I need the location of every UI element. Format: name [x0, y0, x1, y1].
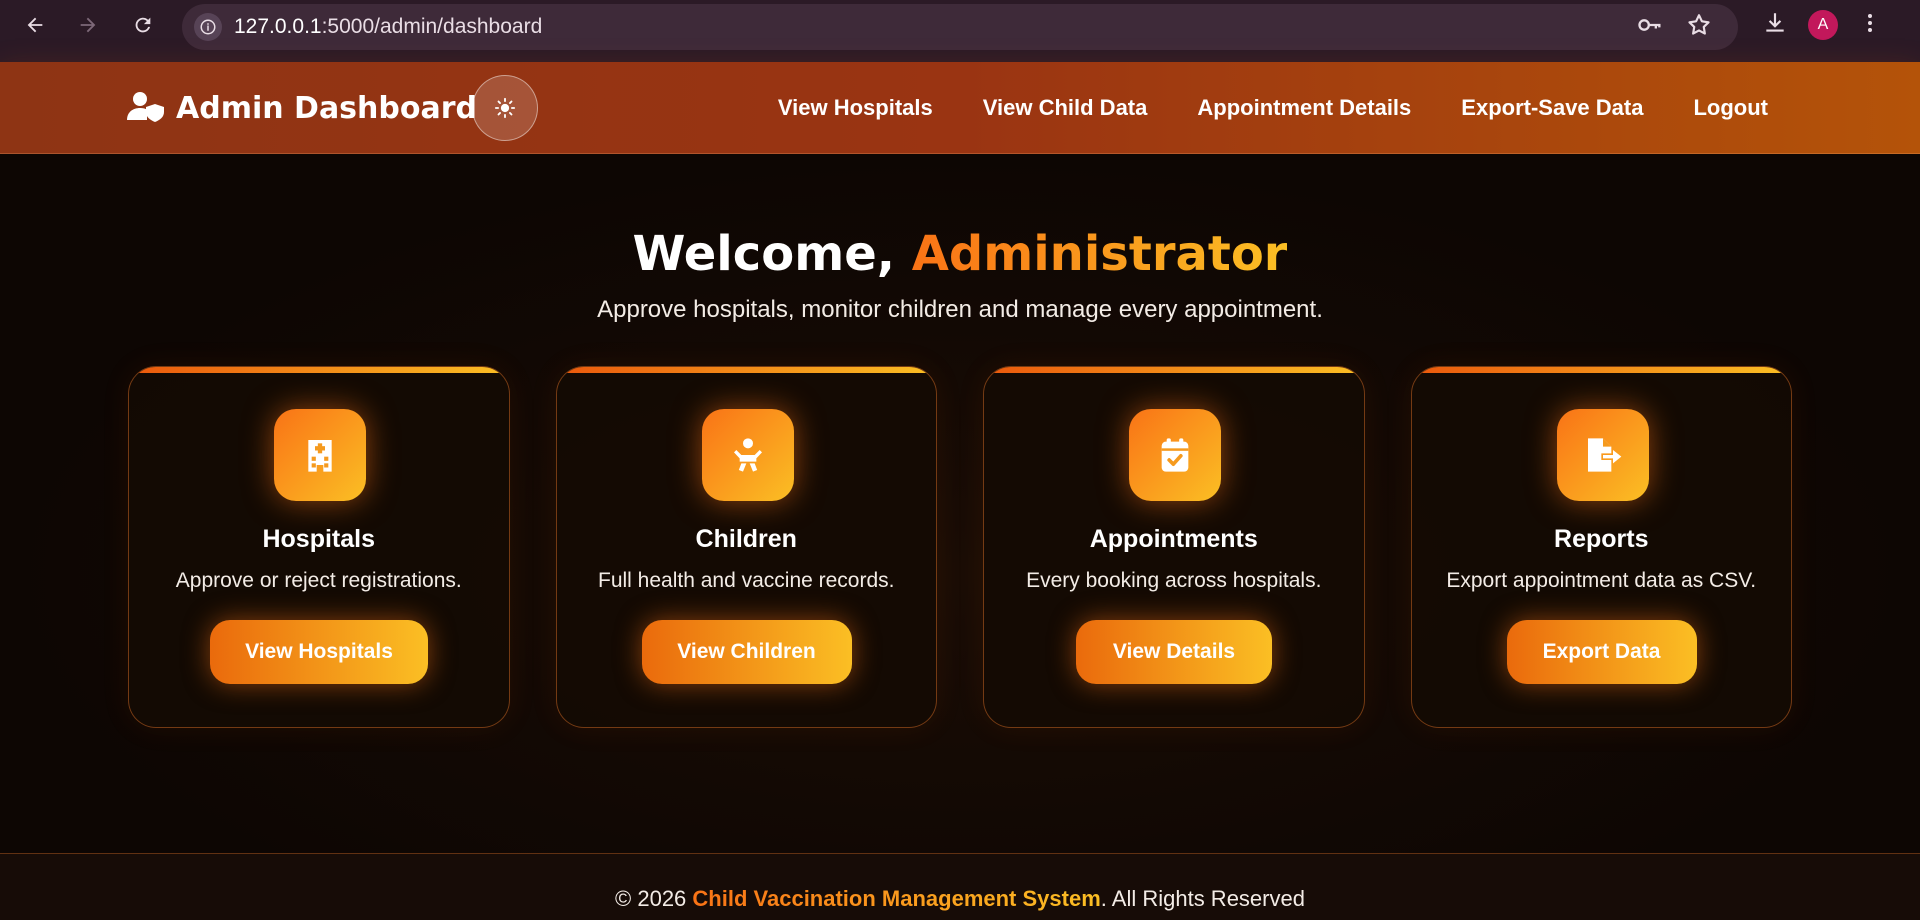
welcome-subtitle: Approve hospitals, monitor children and …: [597, 296, 1323, 323]
back-button[interactable]: [15, 5, 55, 45]
welcome-heading: Welcome, Administrator: [0, 226, 1920, 282]
brand: Admin Dashboard: [126, 62, 477, 154]
baby-icon: [701, 409, 794, 501]
arrow-left-icon: [27, 17, 43, 33]
hospital-icon: [274, 409, 366, 501]
nav-export-save-data[interactable]: Export-Save Data: [1461, 95, 1643, 121]
file-export-icon: [1556, 409, 1649, 501]
brand-title: Admin Dashboard: [176, 90, 477, 126]
card-title: Hospitals: [262, 525, 376, 553]
download-icon[interactable]: [1762, 10, 1788, 41]
site-header: Admin Dashboard View Hospitals View Chil…: [0, 62, 1920, 154]
site-info-icon[interactable]: [194, 13, 222, 41]
url-text: 127.0.0.1:5000/admin/dashboard: [234, 15, 542, 39]
nav-appointment-details[interactable]: Appointment Details: [1197, 95, 1411, 121]
url-path: :5000/admin/dashboard: [321, 15, 543, 38]
main-nav: View Hospitals View Child Data Appointme…: [778, 62, 1768, 154]
card-description: Full health and vaccine records.: [598, 569, 895, 592]
welcome-name: Administrator: [911, 226, 1288, 282]
card-title: Children: [695, 525, 797, 553]
bookmark-star-icon[interactable]: [1686, 12, 1712, 43]
reload-button[interactable]: [123, 5, 163, 45]
footer-suffix: . All Rights Reserved: [1100, 886, 1305, 911]
sun-icon: [494, 97, 516, 119]
card-description: Export appointment data as CSV.: [1446, 569, 1757, 592]
reload-icon: [135, 17, 151, 33]
card-description: Approve or reject registrations.: [175, 569, 462, 592]
card-hospitals: Hospitals Approve or reject registration…: [128, 366, 510, 728]
nav-view-child-data[interactable]: View Child Data: [983, 95, 1148, 121]
footer-copyright: © 2026 Child Vaccination Management Syst…: [0, 886, 1920, 912]
nav-view-hospitals[interactable]: View Hospitals: [778, 95, 933, 121]
card-children: Children Full health and vaccine records…: [555, 366, 937, 728]
forward-button[interactable]: [68, 5, 108, 45]
admin-user-shield-icon: [126, 90, 166, 127]
card-appointments: Appointments Every booking across hospit…: [983, 366, 1365, 728]
view-hospitals-button[interactable]: View Hospitals: [210, 620, 428, 684]
dashboard-main: Welcome, Administrator Approve hospitals…: [0, 154, 1920, 854]
view-children-button[interactable]: View Children: [641, 620, 852, 684]
card-reports: Reports Export appointment data as CSV. …: [1410, 366, 1792, 728]
password-key-icon[interactable]: [1636, 11, 1664, 44]
footer-prefix: © 2026: [615, 886, 693, 911]
theme-toggle-button[interactable]: [472, 75, 538, 141]
view-details-button[interactable]: View Details: [1076, 620, 1272, 684]
card-title: Appointments: [1089, 525, 1258, 553]
footer-brand: Child Vaccination Management System: [692, 886, 1101, 911]
export-data-button[interactable]: Export Data: [1506, 620, 1697, 684]
avatar-letter: A: [1817, 16, 1829, 33]
nav-logout[interactable]: Logout: [1693, 95, 1768, 121]
card-description: Every booking across hospitals.: [1026, 569, 1322, 592]
site-footer: © 2026 Child Vaccination Management Syst…: [0, 853, 1920, 920]
profile-avatar[interactable]: A: [1808, 10, 1838, 40]
url-host: 127.0.0.1: [234, 15, 322, 38]
arrow-right-icon: [80, 17, 96, 33]
address-bar[interactable]: 127.0.0.1:5000/admin/dashboard: [182, 4, 1738, 50]
welcome-prefix: Welcome,: [632, 226, 912, 282]
card-title: Reports: [1554, 525, 1649, 553]
browser-toolbar: 127.0.0.1:5000/admin/dashboard A: [0, 0, 1920, 62]
more-menu-icon[interactable]: [1858, 11, 1882, 40]
calendar-check-icon: [1129, 409, 1221, 501]
dashboard-cards: Hospitals Approve or reject registration…: [128, 366, 1792, 728]
